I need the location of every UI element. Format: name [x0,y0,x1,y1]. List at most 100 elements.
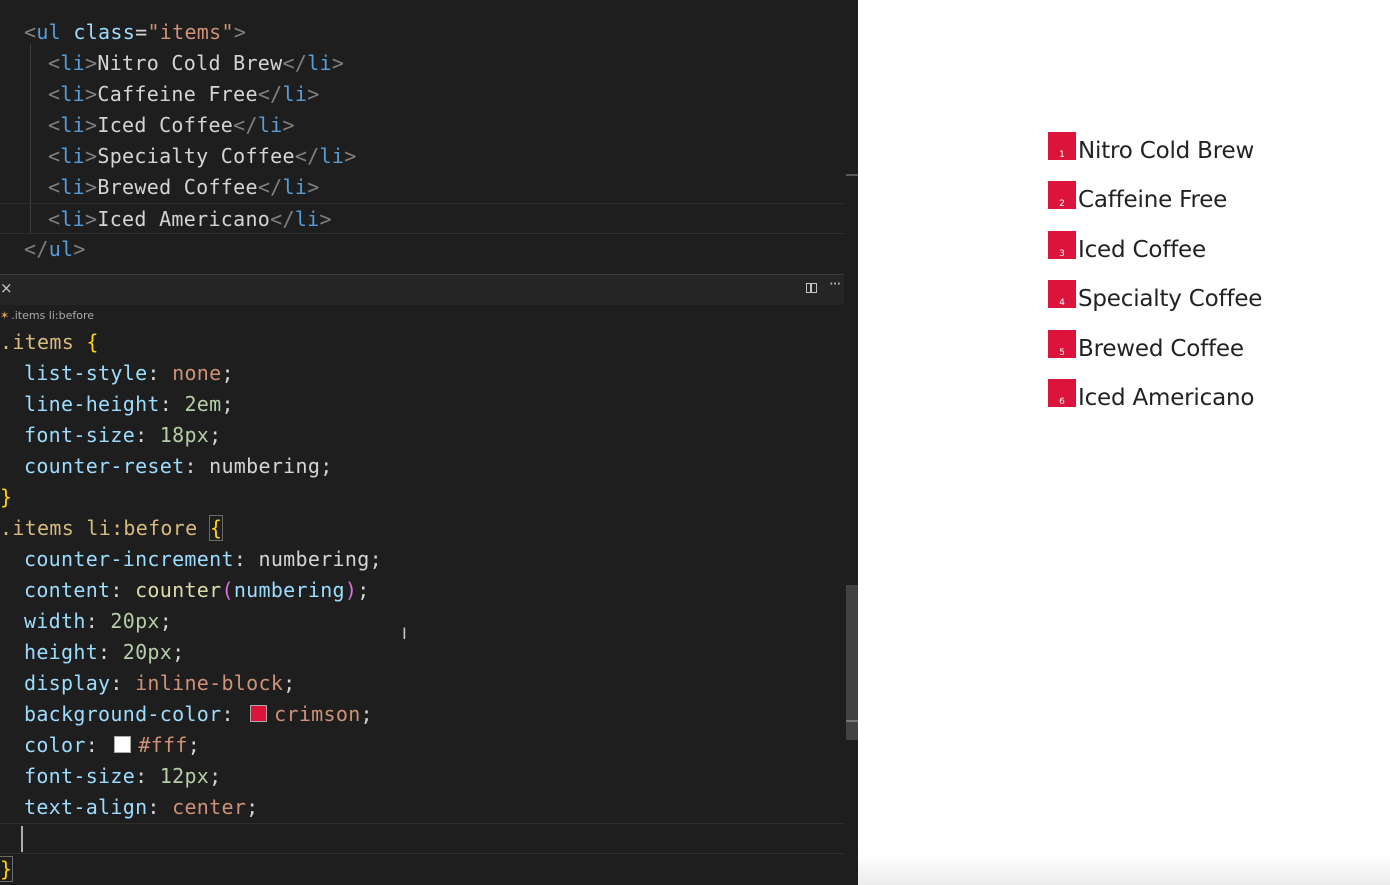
code-line[interactable]: .items { [0,327,844,358]
css-property: background-color [24,702,222,726]
code-line[interactable]: height: 20px; [24,637,844,668]
scrollbar-thumb[interactable] [846,585,858,740]
code-line[interactable]: font-size: 12px; [24,761,844,792]
vertical-scrollbar[interactable] [844,0,858,885]
css-value: crimson [274,702,361,726]
list-item-label: Iced Coffee [1078,236,1206,263]
code-line[interactable]: text-align: center; [24,792,844,823]
tag-name: li [60,175,86,199]
code-line[interactable]: width: 20px; [24,606,844,637]
tag-bracket: > [85,82,98,106]
more-actions-icon[interactable]: ··· [829,275,841,293]
list-item-label: Iced Americano [1078,384,1255,411]
css-selector: .items [0,330,75,354]
list-item-label: Nitro Cold Brew [1078,138,1255,164]
mouse-ibeam-cursor: I [402,624,407,643]
split-editor-icon[interactable] [806,283,817,293]
breadcrumb[interactable]: ✶ .items li:before [0,305,858,327]
list-item-label: Brewed Coffee [1078,335,1244,362]
code-line[interactable]: font-size: 18px; [24,420,844,451]
code-line[interactable]: </ul> [24,234,844,265]
li-text: Caffeine Free [97,82,258,106]
css-value: none [172,361,222,385]
css-property: color [24,733,86,757]
css-property: font-size [24,423,136,447]
css-value: 2em [184,392,222,416]
css-property: list-style [24,361,148,385]
css-selector: .items li:before [0,516,198,540]
tag-bracket: </ [24,237,49,261]
code-line[interactable]: counter-increment: numbering; [24,544,844,575]
brace: } [0,485,13,509]
css-value: inline-block [135,671,284,695]
code-line[interactable]: .items li:before { [0,513,844,544]
tag-bracket: < [48,113,61,137]
code-line[interactable]: <li>Brewed Coffee</li> [48,172,844,203]
tag-bracket: < [48,144,61,168]
tag-name: li [282,175,308,199]
tag-name: li [60,113,86,137]
code-line[interactable]: } [0,482,844,513]
code-line[interactable]: display: inline-block; [24,668,844,699]
li-text: Specialty Coffee [97,144,295,168]
color-swatch[interactable] [250,705,268,722]
tag-bracket: > [85,175,98,199]
tag-bracket: > [307,175,320,199]
css-editor-pane[interactable]: .items { list-style: none; line-height: … [0,327,858,885]
tag-name: li [257,113,283,137]
code-line[interactable]: background-color: crimson; [24,699,844,730]
code-line[interactable]: <ul class="items"> [24,17,844,48]
code-line-current[interactable] [0,823,844,854]
brace-matched: { [208,515,224,541]
tag-bracket: > [344,144,357,168]
code-line[interactable]: counter-reset: numbering; [24,451,844,482]
tag-name: ul [36,20,62,44]
code-line[interactable]: <li>Specialty Coffee</li> [48,141,844,172]
html-editor-pane[interactable]: <ul class="items"> <li>Nitro Cold Brew</… [0,0,858,274]
number-badge: 2 [1048,181,1076,210]
tag-bracket: > [85,51,98,75]
css-property: text-align [24,795,148,819]
css-property: line-height [24,392,160,416]
editor-tab-bar: × ··· [0,274,858,305]
code-line[interactable]: color: #fff; [24,730,844,761]
number-badge: 3 [1048,230,1076,259]
scrollbar-thumb-top-pane[interactable] [846,174,858,176]
tag-bracket: < [48,175,61,199]
tag-bracket: > [282,113,295,137]
tag-bracket: </ [257,175,283,199]
tag-bracket: > [85,144,98,168]
tag-bracket: </ [294,144,320,168]
tag-name: ul [48,237,74,261]
code-line[interactable]: <li>Nitro Cold Brew</li> [48,48,844,79]
breadcrumb-item[interactable]: .items li:before [11,309,94,322]
tag-bracket: </ [282,51,308,75]
tag-bracket: < [24,20,37,44]
tag-bracket: > [85,113,98,137]
attribute-value: "items" [147,20,234,44]
code-line[interactable]: content: counter(numbering); [24,575,844,606]
number-badge: 5 [1048,329,1076,358]
code-line[interactable]: <li>Caffeine Free</li> [48,79,844,110]
code-line[interactable]: } [0,854,844,885]
css-value: 18px [159,423,210,447]
equals-sign: = [135,20,148,44]
tag-bracket: > [307,82,320,106]
brace-matched: } [0,856,14,882]
code-line[interactable]: line-height: 2em; [24,389,844,420]
browser-preview: 1 Nitro Cold Brew 2 Caffeine Free 3 Iced Co… [858,0,1390,885]
number-badge: 1 [1048,132,1076,160]
color-swatch[interactable] [114,736,132,753]
css-selector-icon: ✶ [0,309,10,322]
tag-bracket: > [319,207,332,231]
tag-bracket: </ [270,207,295,231]
tag-bracket: > [85,207,98,231]
code-line[interactable]: list-style: none; [24,358,844,389]
code-line-current[interactable]: <li>Iced Americano</li> [0,203,844,234]
code-line[interactable]: <li>Iced Coffee</li> [48,110,844,141]
scrollbar-cursor-marker [846,720,858,722]
code-editor[interactable]: <ul class="items"> <li>Nitro Cold Brew</… [0,0,858,885]
text-cursor [21,826,23,852]
close-icon[interactable]: × [0,279,13,297]
tag-bracket: > [73,237,86,261]
